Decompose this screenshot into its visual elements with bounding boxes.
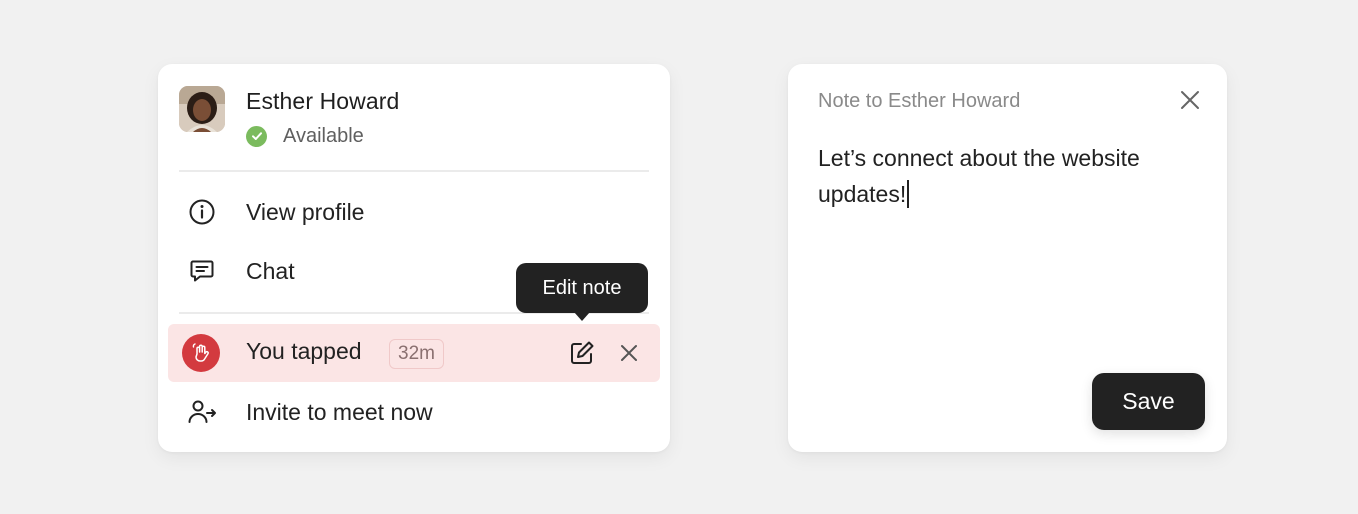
profile-card: Esther Howard Available View profile Cha… xyxy=(158,64,670,452)
close-note-button[interactable] xyxy=(1176,86,1204,114)
check-icon xyxy=(246,125,267,147)
note-textarea[interactable]: Let’s connect about the website updates! xyxy=(818,140,1198,212)
note-text: Let’s connect about the website updates! xyxy=(818,145,1140,207)
edit-icon xyxy=(571,341,594,364)
wave-hand-icon xyxy=(182,334,220,372)
close-icon xyxy=(1181,91,1199,109)
info-icon xyxy=(179,198,225,226)
time-badge: 32m xyxy=(389,339,444,369)
edit-note-tooltip: Edit note xyxy=(516,263,648,321)
note-card: Note to Esther Howard Let’s connect abou… xyxy=(788,64,1227,452)
note-title: Note to Esther Howard xyxy=(818,90,1021,112)
status-label: Available xyxy=(283,124,364,147)
contact-name: Esther Howard xyxy=(246,88,400,114)
divider xyxy=(179,170,649,172)
close-icon xyxy=(621,345,637,361)
chat-icon xyxy=(179,257,225,285)
menu-label: Invite to meet now xyxy=(246,398,433,425)
profile-header: Esther Howard Available xyxy=(179,84,649,172)
dismiss-tap-button[interactable] xyxy=(614,337,644,369)
menu-label: Chat xyxy=(246,257,295,284)
menu-item-view-profile[interactable]: View profile xyxy=(179,190,649,234)
avatar[interactable] xyxy=(179,86,225,132)
tap-notification-row: You tapped 32m xyxy=(168,324,660,382)
edit-note-button[interactable] xyxy=(566,337,598,369)
tap-label: You tapped xyxy=(246,338,362,364)
menu-item-invite[interactable]: Invite to meet now xyxy=(179,390,649,434)
text-caret xyxy=(907,180,910,208)
person-arrow-icon xyxy=(179,398,225,426)
presence-status: Available xyxy=(246,124,364,148)
menu-label: View profile xyxy=(246,198,365,225)
save-button[interactable]: Save xyxy=(1092,373,1205,430)
